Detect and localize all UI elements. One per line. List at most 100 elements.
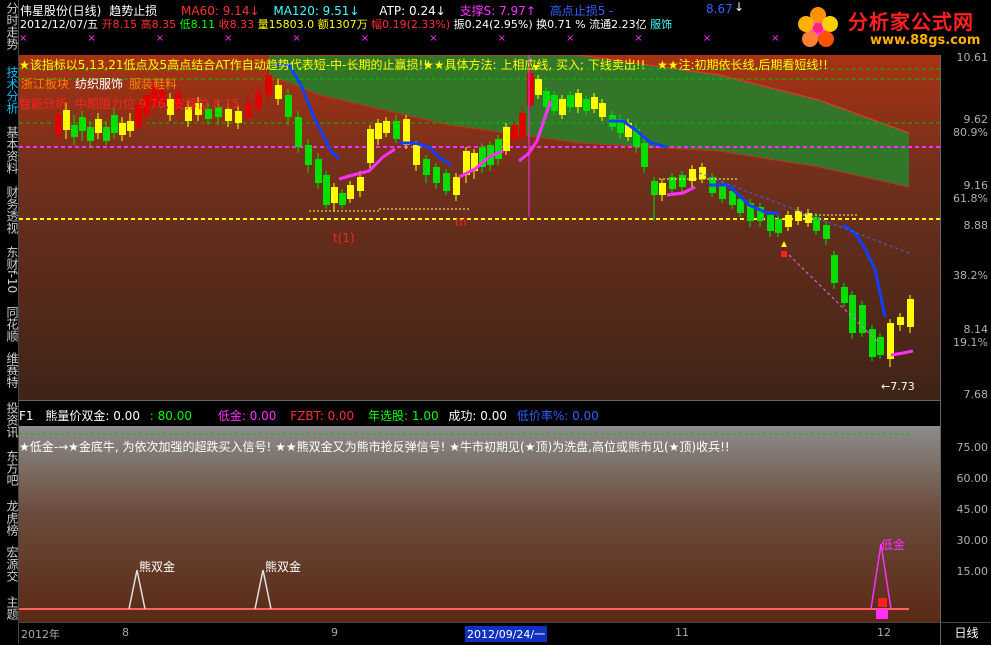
candle-body: [495, 139, 502, 159]
date-label: 11: [675, 626, 689, 639]
tab-intraday[interactable]: 分时走势: [0, 2, 19, 50]
axis-tick: 60.00: [956, 472, 989, 485]
candle-body: [831, 255, 838, 283]
date-axis: 2012年 8 9 2012/09/24/一 11 12: [19, 622, 940, 645]
sub-low-gold: 低金: 0.00: [217, 409, 277, 423]
candle-body: [323, 175, 330, 205]
quote-amplitude: 振0.24(2.95%): [453, 18, 533, 31]
candle-body: [375, 123, 382, 139]
candle-body: [583, 99, 590, 111]
candle-body: [679, 175, 686, 187]
candle-body: [737, 199, 744, 213]
tab-theme[interactable]: 主题: [0, 596, 19, 620]
price-axis: 10.61 9.62 80.9% 9.16 61.8% 8.88 38.2% 8…: [940, 51, 991, 622]
axis-tick: 9.16: [963, 179, 989, 192]
tab-f10[interactable]: 东财f-10: [0, 246, 19, 293]
quote-float: 流通2.23亿: [589, 18, 647, 31]
signal-label: 低金: [881, 538, 906, 552]
extra-arrow: ↓: [734, 0, 745, 14]
axis-tick: 19.1%: [953, 336, 988, 349]
tab-dragon[interactable]: 龙虎榜: [0, 500, 19, 536]
candle-body: [357, 177, 364, 191]
sell-marker: [781, 251, 787, 257]
tab-wst[interactable]: 维赛特: [0, 352, 19, 388]
signal-marker: [878, 598, 887, 607]
candle-body: [285, 95, 292, 117]
candle-body: [841, 287, 848, 303]
candle-body: [367, 129, 374, 163]
support-line-magenta: [890, 349, 914, 357]
candle-body: [651, 181, 658, 195]
pressure-text: 智能分析: 中期阻力位 9.76, 支撑位 8.15: [19, 97, 240, 111]
tag-sector[interactable]: 纺织服饰: [75, 75, 123, 92]
ma-band: [269, 55, 909, 187]
low-price-label: ←7.73: [881, 380, 915, 393]
signal-chart[interactable]: [19, 426, 940, 622]
candle-body: [443, 173, 450, 191]
tab-finance[interactable]: 财务透视: [0, 186, 19, 234]
candle-body: [719, 185, 726, 199]
period-selector[interactable]: 日线: [940, 622, 991, 645]
candle-body: [393, 121, 400, 139]
candle-body: [95, 119, 102, 133]
date-label: 8: [122, 626, 129, 639]
candle-body: [453, 177, 460, 195]
candle-body: [641, 143, 648, 167]
quote-industry[interactable]: 服饰: [650, 18, 672, 31]
signal-peak: [128, 569, 146, 610]
header-row-2: 2012/12/07/五 开8.15 高8.35 低8.11 收8.33 量15…: [20, 16, 672, 32]
tag-region[interactable]: 浙江板块: [21, 75, 69, 92]
candle-body: [907, 299, 914, 327]
buy-marker: [781, 241, 787, 247]
candle-body: [659, 183, 666, 195]
tab-ths[interactable]: 同花顺: [0, 306, 19, 342]
f1-label[interactable]: F1: [19, 409, 34, 423]
candle-body: [111, 115, 118, 133]
candle-body: [897, 317, 904, 325]
axis-tick: 61.8%: [953, 192, 988, 205]
candle-body: [559, 99, 566, 115]
candle-body: [775, 219, 782, 233]
tab-invest[interactable]: 投资讯: [0, 402, 19, 438]
candle-body: [869, 329, 876, 357]
candle-body: [511, 125, 518, 139]
candle-body: [295, 117, 302, 147]
site-logo: 分析家公式网 www.88gs.com: [790, 2, 990, 54]
quote-open: 开8.15: [101, 18, 138, 31]
candle-body: [315, 159, 322, 183]
tab-hongyuan[interactable]: 宏源交: [0, 546, 19, 582]
candle-body: [305, 145, 312, 165]
candle-body: [63, 110, 70, 130]
candle-body: [423, 159, 430, 175]
quote-change: 幅0.19(2.33%): [371, 18, 451, 31]
candle-body: [275, 85, 282, 99]
tag-concept[interactable]: 服装鞋料: [129, 75, 177, 92]
sub-header-row: F1 熊量价双金: 0.00 : 80.00 低金: 0.00 FZBT: 0.…: [19, 407, 599, 424]
logo-url: www.88gs.com: [870, 33, 981, 48]
anno-t: t(1): [333, 231, 355, 245]
candle-body: [877, 337, 884, 355]
main-chart-pane[interactable]: ★该指标以5,13,21低点及5高点结合AT作自动趋势代表短-中-长期的止赢损!…: [19, 55, 940, 400]
candle-body: [767, 215, 774, 231]
axis-tick: 30.00: [956, 534, 989, 547]
candle-body: [823, 225, 830, 239]
candle-body: [255, 93, 262, 109]
tab-basic-info[interactable]: 基本资料: [0, 126, 19, 174]
quote-date: 2012/12/07/五: [20, 18, 99, 31]
candle-body: [265, 75, 272, 95]
tab-technical[interactable]: 技术分析: [0, 66, 19, 114]
sub-chart-pane[interactable]: ★低金-→★金底牛, 为依次加强的超跌买入信号! ★★熊双金又为熊市抢反弹信号!…: [19, 426, 940, 622]
sub-fzbt: FZBT: 0.00: [290, 409, 355, 423]
candle-body: [119, 123, 126, 135]
axis-tick: 8.88: [963, 219, 989, 232]
date-label: 9: [331, 626, 338, 639]
candle-body: [433, 167, 440, 183]
candle-body: [567, 95, 574, 107]
signal-label: 熊双金: [139, 560, 176, 574]
quote-volume: 量15803.0: [257, 18, 315, 31]
tab-eastbar[interactable]: 东方吧: [0, 450, 19, 486]
cursor-date: 2012/09/24/一: [465, 626, 548, 642]
candle-body: [103, 127, 110, 141]
candle-body: [575, 93, 582, 107]
notice-1: ★该指标以5,13,21低点及5高点结合AT作自动趋势代表短-中-长期的止赢损!…: [19, 58, 429, 72]
